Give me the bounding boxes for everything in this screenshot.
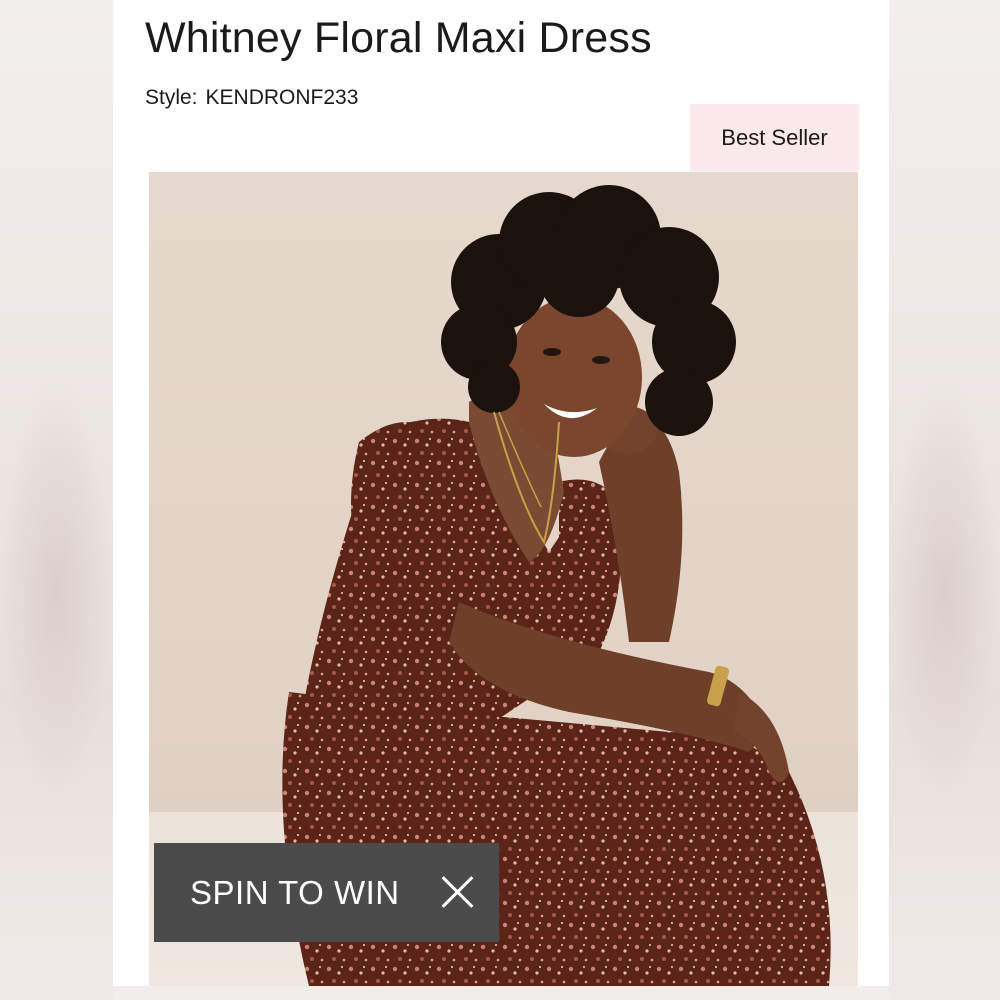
close-icon[interactable] — [439, 874, 475, 910]
style-label: Style: — [145, 86, 198, 109]
blurred-side-left — [0, 0, 113, 1000]
spin-to-win-banner[interactable]: SPIN TO WIN — [154, 843, 499, 942]
style-code: KENDRONF233 — [205, 86, 359, 109]
product-title: Whitney Floral Maxi Dress — [145, 14, 652, 62]
blurred-side-right — [889, 0, 1000, 1000]
spin-to-win-label[interactable]: SPIN TO WIN — [190, 874, 400, 912]
product-card: Whitney Floral Maxi Dress Style: KENDRONF… — [113, 0, 889, 986]
style-row: Style: KENDRONF233 — [145, 86, 358, 110]
best-seller-badge: Best Seller — [690, 104, 859, 171]
